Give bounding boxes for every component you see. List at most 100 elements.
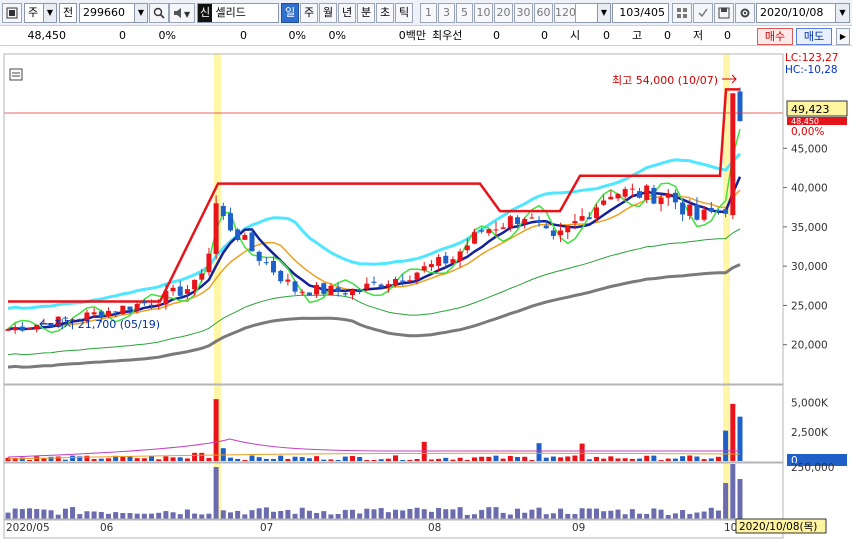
volume-bar <box>98 458 104 461</box>
candle-body <box>235 229 241 240</box>
volume2-bar <box>737 479 743 519</box>
volume2-bar <box>414 507 420 519</box>
candle-body <box>105 310 111 317</box>
volume-bar <box>730 403 736 461</box>
interval-button-10[interactable]: 10 <box>474 3 493 23</box>
sound-icon[interactable]: ▼ <box>169 3 195 23</box>
stock-chart[interactable]: 45,000 40,000 35,000 30,000 25,000 20,000 5,00… <box>0 47 852 539</box>
volume-bar <box>177 457 183 461</box>
period-button-6[interactable]: 틱 <box>395 3 413 23</box>
volume2-bar <box>622 514 628 519</box>
volume2-bar <box>141 513 147 519</box>
date-axis-frame <box>3 519 784 539</box>
volume-bar <box>672 458 678 461</box>
volume2-bar <box>593 508 599 519</box>
stock-tag-badge: 신 <box>198 4 212 22</box>
candle-body <box>328 285 334 295</box>
volume2-bar <box>271 511 277 519</box>
buy-button[interactable]: 매수 <box>757 28 793 45</box>
link-icon[interactable] <box>693 3 713 23</box>
candle-body <box>558 230 564 236</box>
volume-bar <box>170 457 176 461</box>
volume2-bar <box>450 509 456 519</box>
volume2-bar <box>479 509 485 519</box>
volume-bar <box>357 457 363 461</box>
candle-body <box>134 303 140 311</box>
volume-bar <box>572 455 578 461</box>
stock-code-input[interactable]: 299660 <box>79 3 135 23</box>
market-dropdown-icon[interactable]: ▼ <box>43 3 57 23</box>
candle-body <box>450 259 456 263</box>
settings-gear-icon[interactable] <box>735 3 755 23</box>
volume2-bar <box>242 514 248 519</box>
stock-name-field[interactable]: 신 셀리드 <box>197 3 279 23</box>
volume2-bar <box>543 514 549 519</box>
interval-button-3[interactable]: 3 <box>438 3 455 23</box>
interval-button-60[interactable]: 60 <box>534 3 553 23</box>
volume2-bar <box>292 513 298 519</box>
candle-body <box>572 221 578 224</box>
period-button-2[interactable]: 월 <box>319 3 337 23</box>
candle-body <box>242 235 248 240</box>
volume-bar <box>436 458 442 461</box>
candle-body <box>170 287 176 292</box>
candle-body <box>400 280 406 282</box>
search-icon[interactable] <box>149 3 169 23</box>
scroll-right-button[interactable]: ▶ <box>836 28 850 45</box>
interval-button-20[interactable]: 20 <box>494 3 513 23</box>
interval-button-30[interactable]: 30 <box>514 3 533 23</box>
toolbar: 주 ▼ 전 299660 ▼ ▼ 신 셀리드 ▼ 103/405 2020/10… <box>0 0 852 26</box>
period-button-3[interactable]: 년 <box>338 3 356 23</box>
candle-body <box>428 264 434 268</box>
volume2-bar <box>163 511 169 519</box>
volume-bar <box>213 399 219 461</box>
stock-code-dropdown-icon[interactable]: ▼ <box>134 3 148 23</box>
date-input[interactable]: 2020/10/08 <box>756 3 836 23</box>
date-dropdown-icon[interactable]: ▼ <box>835 3 850 23</box>
volume2-bar <box>493 507 499 519</box>
volume2-bar <box>529 509 535 519</box>
volume2-bar <box>321 511 327 519</box>
candle-body <box>529 217 535 219</box>
candle-body <box>27 328 33 330</box>
volume2-bar <box>708 507 714 519</box>
candle-body <box>278 270 284 282</box>
volume-bar <box>378 459 384 461</box>
candle-body <box>364 283 370 289</box>
period-button-0[interactable]: 일 <box>281 3 299 23</box>
volume2-bar <box>644 513 650 519</box>
volume-bar <box>393 455 399 461</box>
info-row: 48,450 0 0% 0 0% 0% 0백만 최우선 0 0 시 0 고 0 … <box>0 26 852 46</box>
interval-button-5[interactable]: 5 <box>456 3 473 23</box>
candle-body <box>192 279 198 290</box>
market-select[interactable]: 주 <box>24 3 44 23</box>
mode-select[interactable]: 전 <box>59 3 77 23</box>
volume-bar <box>558 457 564 461</box>
interval-button-120[interactable]: 120 <box>554 3 576 23</box>
save-icon[interactable] <box>714 3 734 23</box>
period-button-4[interactable]: 분 <box>357 3 375 23</box>
period-button-1[interactable]: 주 <box>300 3 318 23</box>
price-tick-label: 25,000 <box>791 300 828 312</box>
sell-button[interactable]: 매도 <box>796 28 832 45</box>
price-tick-label: 40,000 <box>791 183 828 195</box>
candle-body <box>665 193 671 198</box>
volume2-bar <box>314 513 320 519</box>
interval-dropdown-icon[interactable]: ▼ <box>597 3 611 23</box>
month-label: 07 <box>260 522 273 534</box>
chart-type-icon[interactable] <box>2 3 22 23</box>
volume-bar <box>314 456 320 461</box>
grid-icon[interactable] <box>672 3 692 23</box>
volume2-bar <box>206 513 212 519</box>
month-label: 10 <box>724 522 737 534</box>
volume-bar <box>601 458 607 461</box>
candle-body <box>378 284 384 288</box>
data-count[interactable]: 103/405 <box>612 3 669 23</box>
volume-bar <box>586 459 592 461</box>
interval-button-1[interactable]: 1 <box>420 3 437 23</box>
period-button-5[interactable]: 초 <box>376 3 394 23</box>
volume2-bar <box>421 509 427 519</box>
volume2-bar <box>184 509 190 519</box>
candle-body <box>177 286 183 296</box>
candle-body <box>658 197 664 205</box>
